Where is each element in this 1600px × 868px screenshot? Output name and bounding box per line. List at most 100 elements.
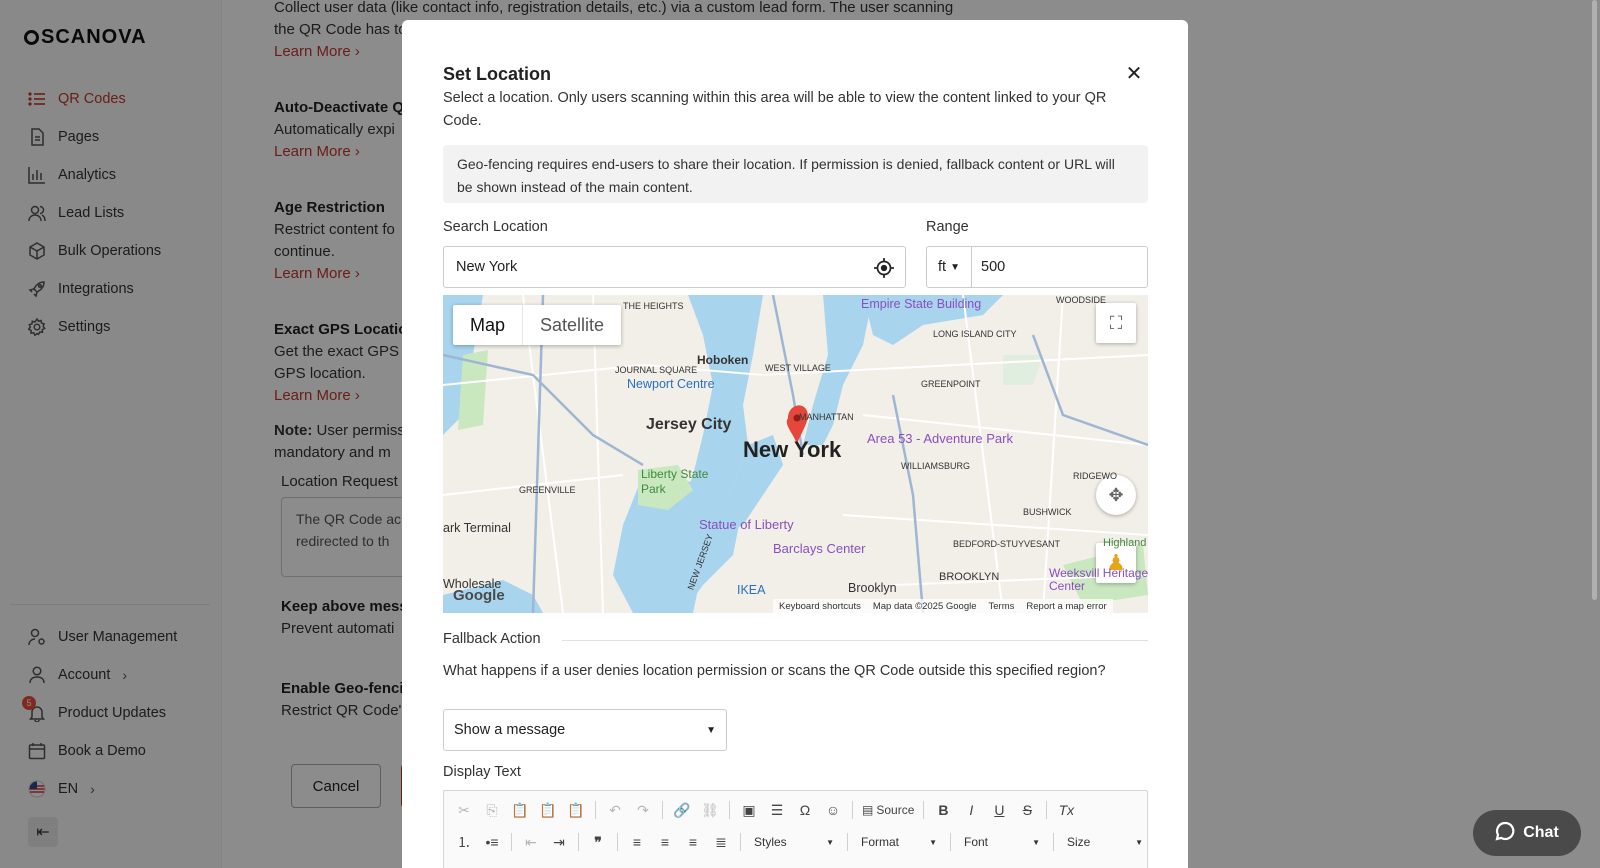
paste-word-icon[interactable]: 📋 [564,798,588,822]
image-icon[interactable]: ▣ [737,798,761,822]
map-label: MANHATTAN [799,412,854,422]
map-type-tabs: Map Satellite [453,305,622,345]
chat-label: Chat [1523,824,1559,841]
range-unit-select[interactable]: ft ▼ [926,246,972,288]
range-value: 500 [981,259,1006,275]
fallback-value: Show a message [454,722,566,738]
toolbar-separator [852,801,853,819]
blockquote-icon[interactable]: ❞ [586,830,610,854]
toolbar-separator [617,833,618,851]
map-label: Newport Centre [627,377,715,391]
undo-icon[interactable]: ↶ [603,798,627,822]
search-value: New York [456,259,518,275]
range-input[interactable]: 500 [971,246,1148,288]
chat-bubble-icon [1495,821,1515,846]
fullscreen-icon[interactable]: ⛶ [1096,303,1136,343]
size-dropdown[interactable]: Size ▼ [1061,830,1149,854]
terms-link[interactable]: Terms [989,601,1015,612]
toolbar-separator [578,833,579,851]
toolbar-separator [923,801,925,819]
caret-down-icon: ▼ [1032,837,1040,847]
align-center-icon[interactable]: ≡ [653,830,677,854]
map-label: Weeksvill Heritage Center [1049,566,1148,593]
chat-button[interactable]: Chat [1473,810,1581,856]
align-right-icon[interactable]: ≡ [681,830,705,854]
info-box: Geo-fencing requires end-users to share … [443,145,1148,203]
caret-down-icon: ▼ [950,261,960,273]
source-button[interactable]: ▤ Source [860,798,916,822]
paste-icon[interactable]: 📋 [508,798,532,822]
toolbar-separator [511,833,512,851]
outdent-icon[interactable]: ⇤ [519,830,543,854]
align-left-icon[interactable]: ≡ [625,830,649,854]
map-label: Hoboken [697,353,749,367]
toolbar-separator [662,801,663,819]
google-logo: Google [453,587,505,604]
map-label: BUSHWICK [1023,507,1072,517]
map-label: WOODSIDE [1056,295,1107,305]
unlink-icon[interactable]: ⛓ [698,798,722,822]
styles-dropdown[interactable]: Styles ▼ [748,830,840,854]
justify-icon[interactable]: ≣ [709,830,733,854]
toolbar-separator [740,833,741,851]
redo-icon[interactable]: ↷ [631,798,655,822]
numbered-list-icon[interactable]: ⒈ [452,830,476,854]
toolbar-separator [1053,833,1054,851]
caret-down-icon: ▼ [929,837,937,847]
caret-down-icon: ▼ [826,837,834,847]
map-label: GREENPOINT [921,379,981,389]
format-dropdown[interactable]: Format ▼ [855,830,943,854]
underline-icon[interactable]: U [987,798,1011,822]
map-label: Statue of Liberty [699,517,794,532]
bold-icon[interactable]: B [931,798,955,822]
page-scrollbar[interactable] [1592,0,1597,600]
special-char-icon[interactable]: Ω [793,798,817,822]
close-icon[interactable]: ✕ [1124,64,1144,84]
keyboard-shortcuts-link[interactable]: Keyboard shortcuts [779,601,861,612]
report-error-link[interactable]: Report a map error [1026,601,1106,612]
locate-icon[interactable] [873,257,895,279]
range-label: Range [926,219,969,235]
search-location-input[interactable]: New York [443,246,906,288]
source-label: Source [876,803,915,817]
map-label: ark Terminal [443,521,511,535]
fallback-action-label: Fallback Action [443,631,541,647]
range-unit-value: ft [938,259,947,275]
map-label: LONG ISLAND CITY [933,329,1017,339]
copy-icon[interactable]: ⎘ [480,798,504,822]
strikethrough-icon[interactable]: S [1015,798,1039,822]
map-label: GREENVILLE [519,485,576,495]
toolbar-separator [595,801,596,819]
map-label: THE HEIGHTS [623,301,684,311]
font-dropdown[interactable]: Font ▼ [958,830,1046,854]
format-label: Format [861,835,900,849]
toolbar-separator [847,833,848,851]
map-tab-satellite[interactable]: Satellite [523,305,621,345]
map-tab-map[interactable]: Map [453,305,524,345]
map-label: WILLIAMSBURG [901,461,971,471]
emoji-icon[interactable]: ☺ [821,798,845,822]
remove-format-icon[interactable]: Tx [1054,798,1078,822]
modal-description: Select a location. Only users scanning w… [443,90,1107,129]
pan-control-icon[interactable]: ✥ [1096,475,1136,515]
display-text-label: Display Text [443,764,521,780]
bulleted-list-icon[interactable]: •≡ [480,830,504,854]
paste-text-icon[interactable]: 📋 [536,798,560,822]
italic-icon[interactable]: I [959,798,983,822]
link-icon[interactable]: 🔗 [670,798,694,822]
font-label: Font [964,835,989,849]
horizontal-line-icon[interactable]: ☰ [765,798,789,822]
indent-icon[interactable]: ⇥ [547,830,571,854]
map[interactable]: Map Satellite ⛶ ✥ ♟ THE HEIGHTS Empire S… [443,295,1148,613]
search-location-label: Search Location [443,219,548,235]
map-label: New York [743,437,842,462]
map-label: BROOKLYN [939,571,1000,583]
map-label: Highland [1103,537,1147,549]
map-label: Brooklyn [848,581,897,595]
map-footer: Keyboard shortcuts Map data ©2025 Google… [773,599,1113,613]
fallback-action-select[interactable]: Show a message ▼ [443,709,727,751]
cut-icon[interactable]: ✂ [452,798,476,822]
map-label: Area 53 - Adventure Park [867,431,1013,446]
map-label: WEST VILLAGE [765,363,831,373]
set-location-modal: Set Location ✕ Select a location. Only u… [402,20,1188,868]
